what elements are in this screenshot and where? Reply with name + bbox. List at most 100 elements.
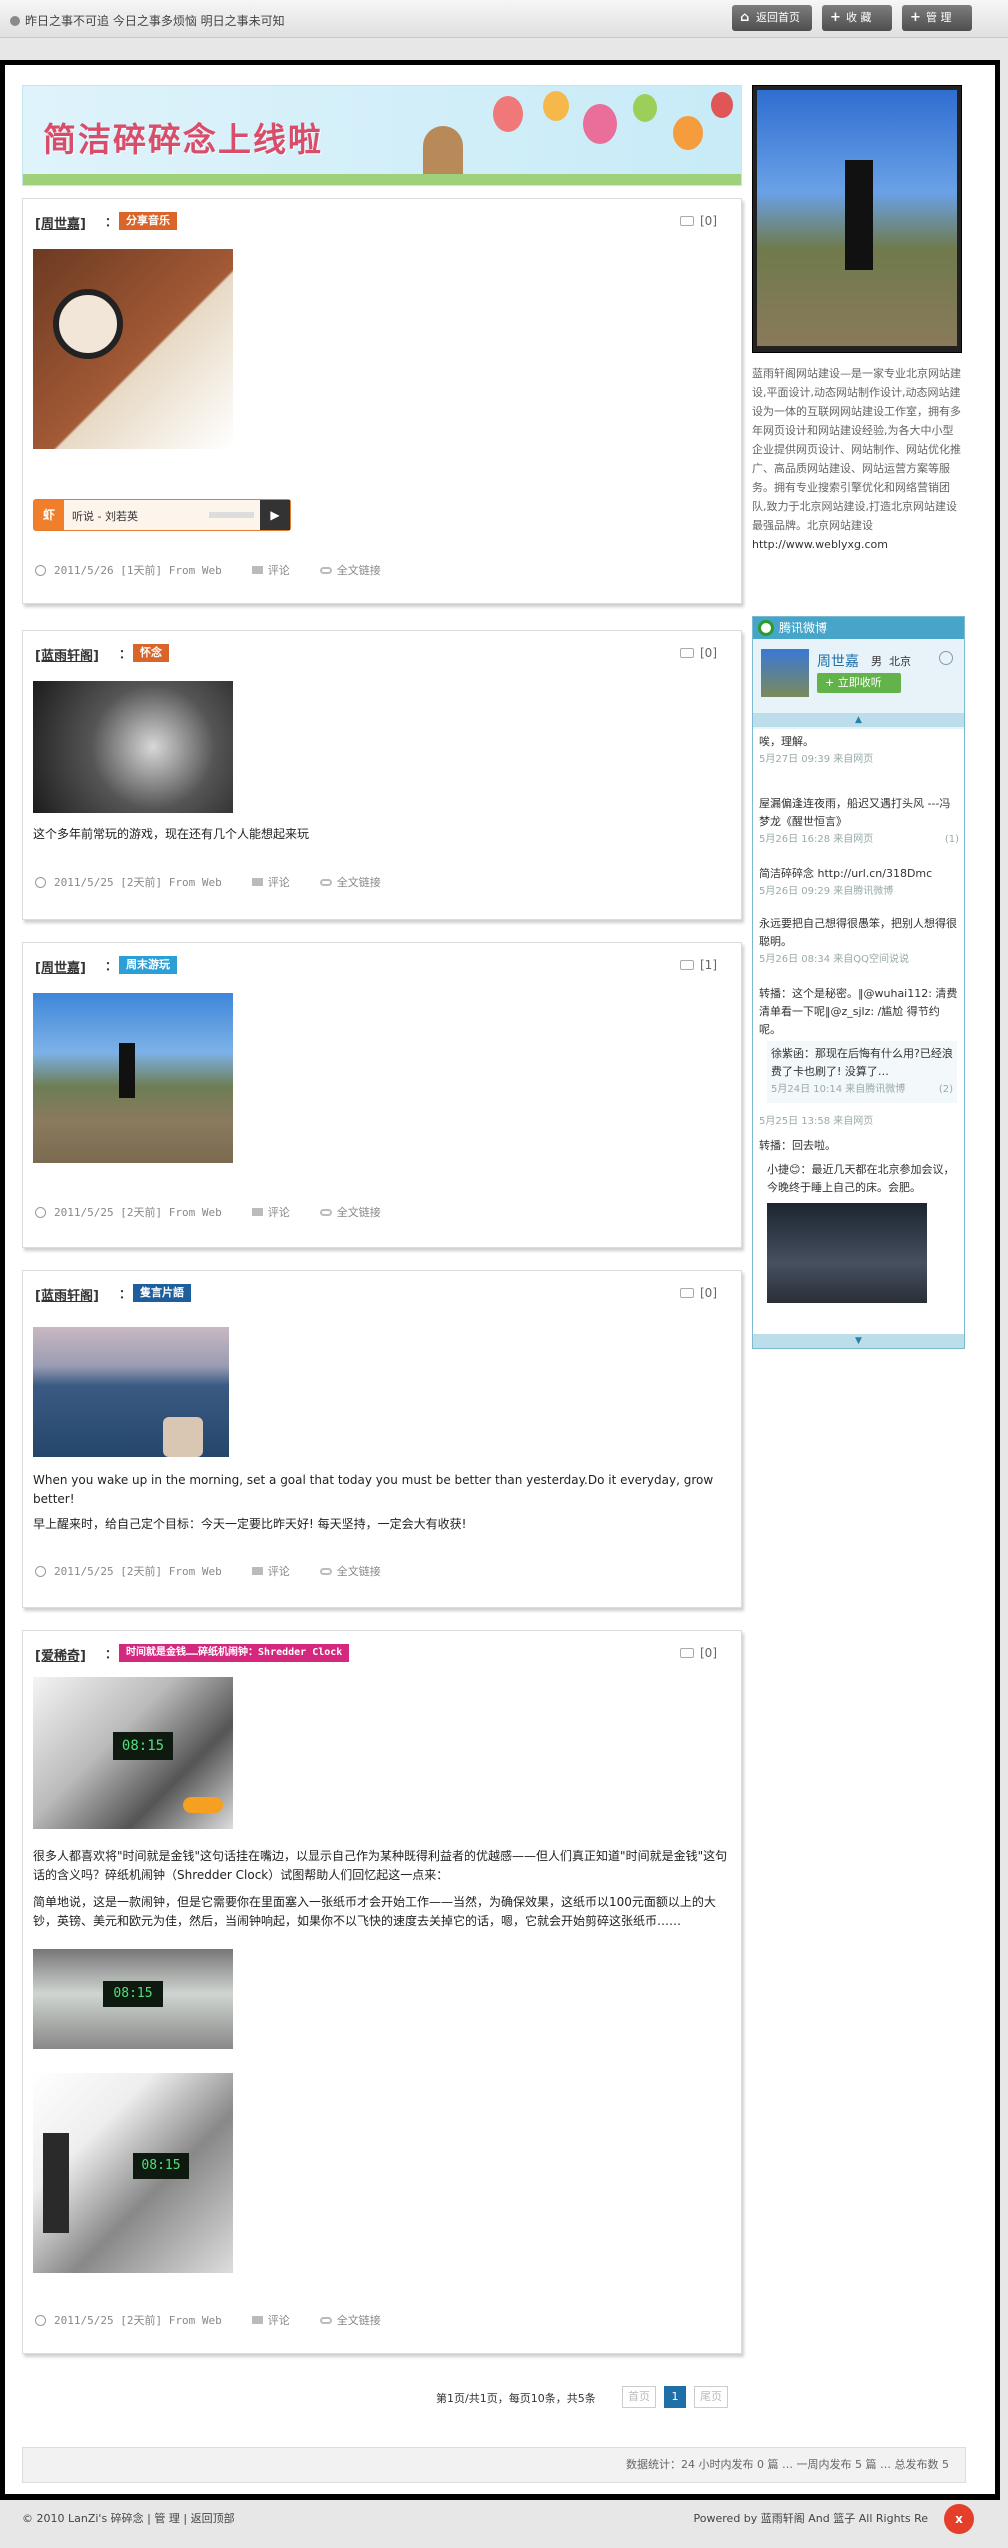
favorite-button[interactable]: + 收 藏 (822, 5, 892, 31)
comment-icon (680, 960, 694, 970)
comment-count-text: [1] (700, 958, 717, 972)
person-image (845, 160, 873, 270)
link-icon (319, 1209, 332, 1216)
scroll-up-icon[interactable]: ▲ (753, 713, 964, 727)
follow-button[interactable]: + 立即收听 (817, 673, 901, 693)
post-tag[interactable]: 时间就是金钱……碎纸机闹钟：Shredder Clock (119, 1644, 350, 1662)
post-date: 2011/5/25 (54, 2314, 114, 2327)
plus-icon: + (830, 10, 841, 25)
author-name[interactable]: [周世嘉] (35, 961, 86, 976)
site-link[interactable]: http://www.weblyxg.com (752, 538, 888, 551)
weibo-comment-count[interactable]: (2) (939, 1081, 953, 1099)
weibo-user-name[interactable]: 周世嘉 (817, 651, 859, 671)
person-image (119, 1043, 135, 1098)
weibo-title: 腾讯微博 (779, 621, 828, 635)
full-text-link[interactable]: 全文链接 (337, 1565, 381, 1578)
full-text-link[interactable]: 全文链接 (337, 1206, 381, 1219)
comment-count[interactable]: [0] (680, 214, 717, 228)
post-meta: 2011/5/25 [2天前] From Web 评论 全文链接 (35, 1204, 381, 1220)
author-name[interactable]: [周世嘉] (35, 217, 86, 232)
post-author[interactable]: [蓝雨轩阁] (35, 1285, 99, 1304)
author-name[interactable]: [蓝雨轩阁] (35, 1289, 99, 1304)
post-author[interactable]: [周世嘉] (35, 957, 86, 976)
post-author[interactable]: [周世嘉] (35, 213, 86, 232)
post-date: 2011/5/25 (54, 876, 114, 889)
volume-slider[interactable] (209, 512, 254, 518)
colon: ： (105, 959, 118, 973)
weibo-quote: 小捷😊：最近几天都在北京参加会议，今晚终于睡上自己的床。会肥。 (767, 1161, 957, 1303)
music-player[interactable]: 虾 听说 - 刘若英 ▶ (33, 499, 291, 531)
avatar[interactable] (761, 649, 809, 697)
author-name[interactable]: [蓝雨轩阁] (35, 649, 99, 664)
clock-icon (35, 2315, 46, 2326)
comment-link[interactable]: 评论 (268, 2314, 290, 2327)
comment-link[interactable]: 评论 (268, 1206, 290, 1219)
link-icon (319, 2317, 332, 2324)
colon: ： (105, 1647, 118, 1661)
weibo-time: 5月26日 09:29 来自腾讯微博 (759, 886, 894, 897)
post-author[interactable]: [蓝雨轩阁] (35, 645, 99, 664)
scroll-down-icon[interactable]: ▼ (753, 1334, 964, 1348)
post-tag[interactable]: 周末游玩 (119, 956, 177, 974)
comment-link[interactable]: 评论 (268, 564, 290, 577)
post-author[interactable]: [爱稀奇] (35, 1645, 86, 1664)
weibo-comment-count[interactable]: (1) (945, 831, 959, 849)
post-tag[interactable]: 分享音乐 (119, 212, 177, 230)
weibo-item: 屋漏偏逢连夜雨，船迟又遇打头风 ---冯梦龙《醒世恒言》 5月26日 16:28 … (759, 795, 959, 849)
post-tag[interactable]: 怀念 (133, 644, 169, 662)
weibo-time: 5月26日 08:34 来自QQ空间说说 (759, 954, 910, 965)
comment-count[interactable]: [0] (680, 1646, 717, 1660)
bullet-icon (10, 16, 20, 26)
weibo-text: 转播：回去啦。 (759, 1139, 836, 1152)
site-description: 蓝雨轩阁网站建设—是一家专业北京网站建设,平面设计,动态网站制作设计,动态网站建… (752, 364, 964, 554)
price-tag-image (183, 1797, 223, 1813)
favorite-button-label: 收 藏 (846, 11, 872, 24)
weibo-time: 5月24日 10:14 来自腾讯微博 (771, 1084, 906, 1095)
comment-link[interactable]: 评论 (268, 876, 290, 889)
post-date: 2011/5/25 (54, 1565, 114, 1578)
home-button[interactable]: ⌂ 返回首页 (732, 5, 812, 31)
link-icon (319, 567, 332, 574)
footer-right: Powered by 蓝雨轩阁 And 篮子 All Rights Re (693, 2512, 928, 2525)
post-ago: [2天前] (120, 1565, 163, 1578)
post-paragraph: 简单地说，这是一款闹钟，但是它需要你在里面塞入一张纸币才会开始工作——当然，为确… (33, 1895, 716, 1928)
balloon-image (493, 96, 523, 132)
page-1-button[interactable]: 1 (664, 2386, 686, 2408)
post-source: From Web (168, 1565, 222, 1578)
manage-button-label: 管 理 (926, 11, 952, 24)
comment-count[interactable]: [0] (680, 646, 717, 660)
control-panel-image (43, 2133, 69, 2233)
settings-icon[interactable] (939, 651, 953, 665)
comment-icon (251, 2316, 263, 2324)
comment-count-text: [0] (700, 214, 717, 228)
full-text-link[interactable]: 全文链接 (337, 564, 381, 577)
link-icon (319, 1568, 332, 1575)
top-bar: 昨日之事不可追 今日之事多烦恼 明日之事未可知 ⌂ 返回首页 + 收 藏 + 管 理 (0, 0, 1008, 38)
manage-button[interactable]: + 管 理 (902, 5, 972, 31)
last-page-button[interactable]: 尾页 (694, 2386, 728, 2408)
clock-icon (35, 1207, 46, 1218)
post-meta: 2011/5/25 [2天前] From Web 评论 全文链接 (35, 1563, 381, 1579)
comment-count[interactable]: [1] (680, 958, 717, 972)
balloon-image (711, 92, 733, 118)
balloon-image (633, 94, 657, 122)
weibo-gender: 男 (871, 655, 882, 668)
comment-link[interactable]: 评论 (268, 1565, 290, 1578)
grass-image (23, 174, 741, 185)
full-text-link[interactable]: 全文链接 (337, 876, 381, 889)
full-text-link[interactable]: 全文链接 (337, 2314, 381, 2327)
post-tag[interactable]: 隻言片語 (133, 1284, 191, 1302)
comment-icon (251, 878, 263, 886)
first-page-button[interactable]: 首页 (622, 2386, 656, 2408)
comment-count[interactable]: [0] (680, 1286, 717, 1300)
hiking-photo (33, 993, 233, 1163)
post-meta: 2011/5/26 [1天前] From Web 评论 全文链接 (35, 562, 381, 578)
post-source: From Web (168, 1206, 222, 1219)
shredder-clock-photo: 08:15 (33, 1677, 233, 1829)
post-card: [蓝雨轩阁] ： 怀念 [0] 这个多年前常玩的游戏，现在还有几个人能想起来玩 … (22, 630, 742, 920)
play-icon[interactable]: ▶ (260, 500, 290, 530)
weibo-photo (767, 1203, 927, 1303)
clock-icon (35, 1566, 46, 1577)
author-name[interactable]: [爱稀奇] (35, 1649, 86, 1664)
player-track-label: 听说 - 刘若英 (72, 510, 138, 523)
